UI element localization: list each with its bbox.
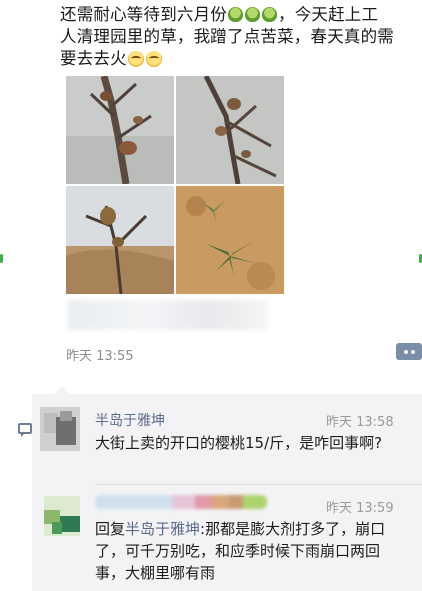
dot-icon	[403, 349, 408, 354]
comment-time: 昨天 13:59	[326, 501, 394, 516]
smile-emoji-icon	[145, 51, 162, 67]
comment-text: 大街上卖的开口的樱桃15/斤，是咋回事啊?	[95, 434, 383, 452]
edge-marker	[0, 254, 3, 263]
post-time: 昨天 13:55	[66, 349, 134, 364]
comment-text: 回复半岛于雅坤:那都是膨大剂打多了，崩口了，可千万别吃，和应季时候下雨崩口两回事…	[95, 518, 405, 584]
photo-cherry-bud-2[interactable]	[176, 76, 284, 184]
reply-target-name[interactable]: 半岛于雅坤	[125, 520, 200, 538]
photo-grid	[66, 76, 284, 294]
comment-icon	[18, 423, 32, 437]
post-text-line2: 人清理园里的草，我蹭了点苦菜，春天真的需	[60, 27, 394, 46]
photo-bitter-greens[interactable]	[176, 186, 284, 294]
photo-cherry-bud-1[interactable]	[66, 76, 174, 184]
comment-time: 昨天 13:58	[326, 415, 394, 430]
smile-emoji-icon	[127, 51, 144, 67]
avatar[interactable]	[40, 407, 80, 451]
comment-like-menu-button[interactable]	[396, 343, 422, 360]
dot-icon	[410, 349, 415, 354]
blurred-content	[68, 300, 268, 330]
divider	[95, 484, 422, 485]
post-text: 还需耐心等待到六月份 ，今天赶上工 人清理园里的草，我蹭了点苦菜，春天真的需 要去…	[60, 4, 416, 70]
comment-author[interactable]: 半岛于雅坤	[95, 410, 165, 430]
avatar[interactable]	[44, 496, 80, 536]
cabbage-emoji-icon	[245, 7, 260, 22]
blurred-author-name	[95, 495, 267, 509]
cabbage-emoji-icon	[262, 7, 277, 22]
cabbage-emoji-icon	[228, 7, 243, 22]
post-text-line1-prefix: 还需耐心等待到六月份	[60, 5, 227, 24]
photo-cherry-branch[interactable]	[66, 186, 174, 294]
reply-prefix: 回复	[95, 520, 126, 538]
post-text-line1-suffix: ，今天赶上工	[278, 5, 379, 24]
post-text-line3: 要去去火	[60, 49, 127, 68]
